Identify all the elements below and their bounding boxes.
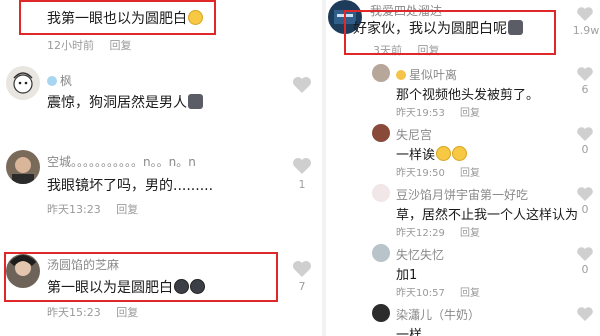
cat-emoji (188, 94, 203, 109)
comment-time: 12小时前 (47, 39, 94, 52)
user-avatar[interactable] (6, 150, 40, 184)
comment-time: 昨天19:50 (396, 168, 445, 179)
comment-meta: 昨天15:23 回复 (47, 304, 138, 320)
like-count: 6 (581, 83, 589, 96)
like-count: 0 (581, 143, 589, 156)
heart-icon[interactable] (292, 260, 312, 278)
comment-meta: 昨天12:29 回复 (396, 224, 480, 239)
thinking-face-emoji (436, 146, 452, 161)
user-avatar[interactable] (372, 64, 390, 82)
like-count: 1.9w (572, 24, 600, 37)
comment-text: 那个视频他头发被剪了。 (396, 88, 540, 103)
avatar-drawing (12, 157, 34, 184)
comment-time: 昨天10:57 (396, 288, 445, 299)
like-count: 0 (581, 203, 589, 216)
comment-thread-right: 我爱四处溜达 好家伙，我以为圆肥白呢 3天前 回复 1.9w 星似叶离 那个视频… (326, 0, 600, 336)
comment-text: 一样 (396, 328, 423, 336)
comment-username[interactable]: 失忆失忆 (396, 246, 444, 263)
heart-icon[interactable] (576, 246, 594, 262)
comment-item: 汤圆馅的芝麻 第一眼以为是圆肥白 昨天15:23 回复 7 (0, 250, 322, 336)
level-badge-icon (47, 76, 57, 86)
comment-text: 我眼镜坏了吗，男的......... (47, 178, 214, 194)
comment-list-left: 我第一眼也以为圆肥白 12小时前 回复 枫 震惊，狗洞居然是男人 空城。。。。。… (0, 0, 322, 336)
level-badge-icon (396, 70, 406, 80)
reply-button[interactable]: 回复 (116, 306, 138, 319)
heart-icon[interactable] (576, 306, 594, 322)
comment-time: 昨天13:23 (47, 203, 101, 216)
reply-button[interactable]: 回复 (460, 288, 480, 299)
reply-button[interactable]: 回复 (116, 203, 138, 216)
comment-meta: 昨天19:50 回复 (396, 164, 480, 179)
like-count: 7 (298, 280, 306, 293)
user-avatar[interactable] (372, 124, 390, 142)
comment-item: 枫 震惊，狗洞居然是男人 (0, 66, 322, 136)
comment-meta: 昨天10:57 回复 (396, 284, 480, 299)
heart-icon[interactable] (576, 6, 594, 22)
reply-item: 失尼宫 一样诶 昨天19:50 回复 0 (326, 124, 600, 179)
reply-button[interactable]: 回复 (460, 228, 480, 239)
comment-time: 昨天19:53 (396, 108, 445, 119)
user-avatar[interactable] (6, 66, 40, 100)
comment-username[interactable]: 星似叶离 (396, 66, 457, 83)
reply-item: 星似叶离 那个视频他头发被剪了。 昨天19:53 回复 6 (326, 64, 600, 119)
comment-text: 草，居然不止我一个人这样认为 (396, 208, 579, 223)
comment-meta: 昨天19:53 回复 (396, 104, 480, 119)
comment-meta: 12小时前 回复 (47, 37, 132, 53)
reply-item: 豆沙馅月饼宇宙第一好吃 草，居然不止我一个人这样认为 昨天12:29 回复 0 (326, 184, 600, 239)
comment-username[interactable]: 空城。。。。。。。。。。。n。。n。n (47, 153, 196, 170)
like-count: 1 (298, 178, 306, 191)
reply-button[interactable]: 回复 (460, 168, 480, 179)
comment-item: 我第一眼也以为圆肥白 12小时前 回复 (0, 0, 322, 58)
laugh-cry-emoji (452, 146, 468, 161)
heart-icon[interactable] (576, 186, 594, 202)
comment-time: 昨天15:23 (47, 306, 101, 319)
highlight-box (19, 0, 216, 35)
user-avatar[interactable] (372, 304, 390, 322)
like-count: 0 (581, 263, 589, 276)
comment-item: 我爱四处溜达 好家伙，我以为圆肥白呢 3天前 回复 1.9w (326, 0, 600, 58)
avatar-drawing (13, 72, 33, 94)
heart-icon[interactable] (292, 76, 312, 94)
comment-username[interactable]: 染瀟儿（牛奶） (396, 306, 480, 323)
reply-item: 失忆失忆 加1 昨天10:57 回复 0 (326, 244, 600, 299)
heart-icon[interactable] (292, 157, 312, 175)
heart-icon[interactable] (576, 66, 594, 82)
comment-username[interactable]: 豆沙馅月饼宇宙第一好吃 (396, 186, 528, 203)
reply-button[interactable]: 回复 (460, 108, 480, 119)
comment-text: 一样诶 (396, 144, 468, 163)
comment-item: 空城。。。。。。。。。。。n。。n。n 我眼镜坏了吗，男的......... 昨… (0, 148, 322, 218)
user-avatar[interactable] (372, 184, 390, 202)
heart-icon[interactable] (576, 126, 594, 142)
highlight-box (4, 252, 278, 302)
comment-text: 震惊，狗洞居然是男人 (47, 92, 203, 112)
reply-button[interactable]: 回复 (110, 39, 132, 52)
user-avatar[interactable] (372, 244, 390, 262)
comment-username[interactable]: 失尼宫 (396, 126, 432, 143)
comment-username[interactable]: 枫 (47, 72, 72, 89)
comment-text: 加1 (396, 268, 418, 283)
comment-meta: 昨天13:23 回复 (47, 201, 138, 217)
comment-time: 昨天12:29 (396, 228, 445, 239)
reply-item: 染瀟儿（牛奶） 一样 (326, 304, 600, 336)
highlight-box (344, 10, 556, 55)
